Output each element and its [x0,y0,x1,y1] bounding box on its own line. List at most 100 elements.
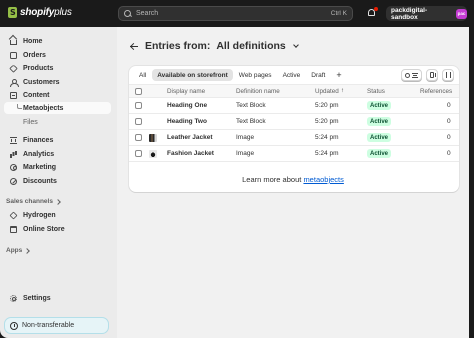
updated-cell: 5:24 pm [315,134,339,141]
store-switcher-button[interactable]: packdigital-sandbox pac [386,6,467,21]
sidebar-item-label: Finances [23,136,54,144]
sidebar-item-discounts[interactable]: Discounts [4,175,111,187]
column-definition-name[interactable]: Definition name [236,85,280,97]
sort-arrow-icon: ↑ [340,88,344,94]
tab-web-pages[interactable]: Web pages [234,69,277,81]
sidebar-item-label: Marketing [23,163,57,171]
column-status[interactable]: Status [367,85,385,97]
definition-name-cell: Image [236,150,255,157]
table-row[interactable]: Fashion Jacket Image 5:24 pm Active 0 [129,146,459,162]
definition-name-cell: Image [236,134,255,141]
tab-available-on-storefront[interactable]: Available on storefront [152,69,233,81]
logo-word: shopify [20,7,55,18]
definition-selector[interactable]: All definitions [216,40,285,52]
search-input[interactable]: Search Ctrl K [118,6,353,21]
notifications-button[interactable] [367,7,378,18]
column-references[interactable]: References [420,85,452,97]
sidebar-item-label: Home [23,37,43,45]
sort-button[interactable] [442,69,454,81]
sidebar-item-orders[interactable]: Orders [4,49,111,61]
sidebar-item-finances[interactable]: Finances [4,134,111,146]
column-updated[interactable]: Updated ↑ [315,85,344,97]
columns-icon [430,72,436,78]
definition-name-cell: Text Block [236,102,266,109]
sidebar-item-customers[interactable]: Customers [4,76,111,88]
updated-cell: 5:20 pm [315,118,339,125]
sidebar-item-label: Orders [23,51,46,59]
row-checkbox[interactable] [135,118,142,125]
column-display-name[interactable]: Display name [167,85,205,97]
leather-jacket-thumbnail [149,134,157,142]
status-cell: Active [367,146,392,161]
fashion-jacket-thumbnail [149,150,157,158]
content-icon [10,91,17,99]
display-name-cell[interactable]: Heading Two [167,114,207,129]
columns-button[interactable] [426,69,438,81]
tab-all[interactable]: All [134,69,151,81]
back-arrow-icon[interactable] [130,42,139,50]
sidebar-item-online-store[interactable]: Online Store [4,223,111,235]
references-cell: 0 [447,102,451,109]
sidebar-item-hydrogen[interactable]: Hydrogen [4,209,111,221]
tag-icon [9,63,18,73]
sidebar-item-analytics[interactable]: Analytics [4,148,111,160]
main-content: Entries from: All definitions All Availa… [117,27,469,338]
sidebar-item-home[interactable]: Home [4,35,111,47]
sort-icon [446,71,451,79]
shopify-bag-icon [8,7,17,18]
sidebar-item-label: Files [23,118,38,126]
sidebar-item-metaobjects[interactable]: Metaobjects [4,102,111,114]
table-row[interactable]: Leather Jacket Image 5:24 pm Active 0 [129,130,459,146]
table-row[interactable]: Heading Two Text Block 5:20 pm Active 0 [129,114,459,130]
sidebar-item-label: Settings [23,294,51,302]
sidebar-item-label: Metaobjects [23,104,64,112]
select-all-checkbox[interactable] [135,87,142,95]
status-cell: Active [367,98,392,113]
non-transferable-label: Non-transferable [22,322,75,329]
search-icon [124,9,132,18]
references-cell: 0 [447,118,451,125]
sidebar-item-settings[interactable]: Settings [4,292,111,304]
status-badge: Active [367,117,392,126]
page-header: Entries from: All definitions [130,40,299,52]
display-name-cell[interactable]: Leather Jacket [167,130,213,145]
shopify-plus-logo[interactable]: shopifyplus [8,7,72,18]
apps-label: Apps [6,247,23,254]
chevron-down-icon[interactable] [292,42,299,48]
row-checkbox[interactable] [135,134,142,141]
tab-active[interactable]: Active [278,69,306,81]
sidebar-item-products[interactable]: Products [4,62,111,74]
info-icon [10,321,18,330]
apps-heading[interactable]: Apps [6,247,31,254]
sidebar-item-content[interactable]: Content [4,89,111,101]
sidebar-item-label: Customers [23,78,60,86]
non-transferable-banner[interactable]: Non-transferable [4,317,109,334]
metaobjects-help-link[interactable]: metaobjects [303,175,343,184]
store-name: packdigital-sandbox [391,6,428,21]
bank-icon [10,136,17,144]
display-name-cell[interactable]: Heading One [167,98,207,113]
tab-draft[interactable]: Draft [306,69,330,81]
table-header: Display name Definition name Updated ↑ S… [129,84,459,98]
page-title: Entries from: [145,40,211,52]
display-name-cell[interactable]: Fashion Jacket [167,146,214,161]
sidebar-item-marketing[interactable]: Marketing [4,161,111,173]
top-bar: shopifyplus Search Ctrl K packdigital-sa… [0,0,474,27]
sidebar-item-files[interactable]: Files [4,116,111,128]
home-icon [10,39,17,45]
sidebar-item-label: Online Store [23,225,65,233]
add-view-button[interactable]: + [331,70,346,80]
status-badge: Active [367,101,392,110]
store-icon [10,225,17,233]
notification-dot [374,7,378,11]
search-filter-button[interactable] [401,69,422,81]
table-row[interactable]: Heading One Text Block 5:20 pm Active 0 [129,98,459,114]
sales-channels-heading[interactable]: Sales channels [6,198,61,205]
sidebar-item-label: Content [23,91,50,99]
row-checkbox[interactable] [135,102,142,109]
sidebar: Home Orders Products Customers Content M… [0,27,117,338]
hydrogen-icon [9,211,18,219]
gear-icon [10,294,17,302]
discount-icon [10,177,17,185]
row-checkbox[interactable] [135,150,142,157]
